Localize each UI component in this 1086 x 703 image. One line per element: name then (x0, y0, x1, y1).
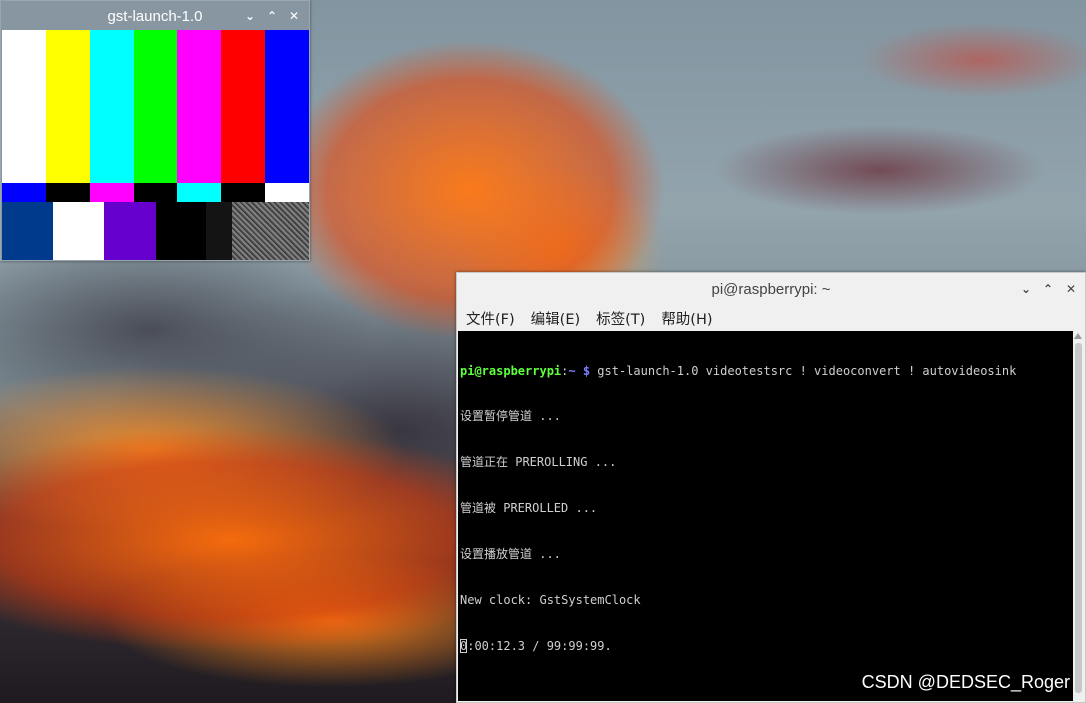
minimize-icon[interactable]: ⌄ (242, 8, 258, 24)
color-bar-1 (46, 30, 90, 183)
status-text: :00:12.3 / 99:99:99. (467, 638, 612, 653)
output-line: 管道被 PREROLLED ... (460, 501, 598, 516)
mid-bar-3 (134, 183, 177, 202)
command-line: pi@raspberrypi:~ $ gst-launch-1.0 videot… (460, 364, 1073, 379)
color-bar-0 (2, 30, 46, 183)
noise-block (232, 202, 309, 260)
color-bar-2 (90, 30, 134, 183)
bottom-block-2 (104, 202, 156, 260)
status-line: 0:00:12.3 / 99:99:99. (460, 638, 1073, 654)
bottom-block-1 (53, 202, 104, 260)
bottom-block-4 (181, 202, 206, 260)
color-bars-middle (2, 183, 309, 202)
menu-help[interactable]: 帮助(H) (661, 308, 712, 329)
menu-edit[interactable]: 编辑(E) (531, 308, 580, 329)
minimize-icon[interactable]: ⌄ (1018, 281, 1034, 297)
menu-file[interactable]: 文件(F) (466, 308, 515, 329)
color-bars-top (2, 30, 309, 183)
close-icon[interactable]: ✕ (286, 8, 302, 24)
mid-bar-6 (265, 183, 309, 202)
mid-bar-1 (46, 183, 90, 202)
close-icon[interactable]: ✕ (1063, 281, 1079, 297)
mid-bar-5 (221, 183, 265, 202)
terminal-title: pi@raspberrypi: ~ (711, 280, 831, 298)
scroll-up-arrow-icon[interactable] (1074, 333, 1082, 339)
test-pattern-video (2, 30, 309, 260)
bottom-block-3 (156, 202, 181, 260)
terminal-output[interactable]: pi@raspberrypi:~ $ gst-launch-1.0 videot… (458, 331, 1073, 701)
scrollbar-thumb[interactable] (1075, 343, 1082, 693)
mid-bar-0 (2, 183, 46, 202)
output-line: 设置暂停管道 ... (460, 409, 561, 424)
terminal-window[interactable]: pi@raspberrypi: ~ ⌄ ⌃ ✕ 文件(F) 编辑(E) 标签(T… (456, 272, 1086, 703)
prompt-path: ~ $ (568, 363, 591, 378)
gst-window-title: gst-launch-1.0 (107, 7, 203, 25)
bottom-block-5 (206, 202, 232, 260)
bottom-block-0 (2, 202, 53, 260)
output-line: 设置播放管道 ... (460, 547, 561, 562)
gst-video-window[interactable]: gst-launch-1.0 ⌄ ⌃ ✕ (0, 0, 310, 261)
color-bar-3 (134, 30, 177, 183)
terminal-menubar: 文件(F) 编辑(E) 标签(T) 帮助(H) (457, 305, 1085, 331)
mid-bar-4 (177, 183, 221, 202)
command-text: gst-launch-1.0 videotestsrc ! videoconve… (590, 363, 1017, 378)
menu-tabs[interactable]: 标签(T) (596, 308, 645, 329)
terminal-scrollbar[interactable] (1073, 331, 1084, 701)
color-bar-5 (221, 30, 265, 183)
color-bar-6 (265, 30, 309, 183)
watermark: CSDN @DEDSEC_Roger (861, 672, 1070, 692)
color-bar-4 (177, 30, 221, 183)
gst-window-titlebar[interactable]: gst-launch-1.0 ⌄ ⌃ ✕ (1, 1, 309, 31)
output-line: 管道正在 PREROLLING ... (460, 455, 617, 470)
maximize-icon[interactable]: ⌃ (264, 8, 280, 24)
maximize-icon[interactable]: ⌃ (1040, 281, 1056, 297)
color-bars-bottom (2, 202, 309, 260)
prompt-user: pi@raspberrypi (460, 363, 562, 378)
terminal-titlebar[interactable]: pi@raspberrypi: ~ ⌄ ⌃ ✕ (457, 273, 1085, 305)
output-line: New clock: GstSystemClock (460, 593, 641, 608)
mid-bar-2 (90, 183, 134, 202)
